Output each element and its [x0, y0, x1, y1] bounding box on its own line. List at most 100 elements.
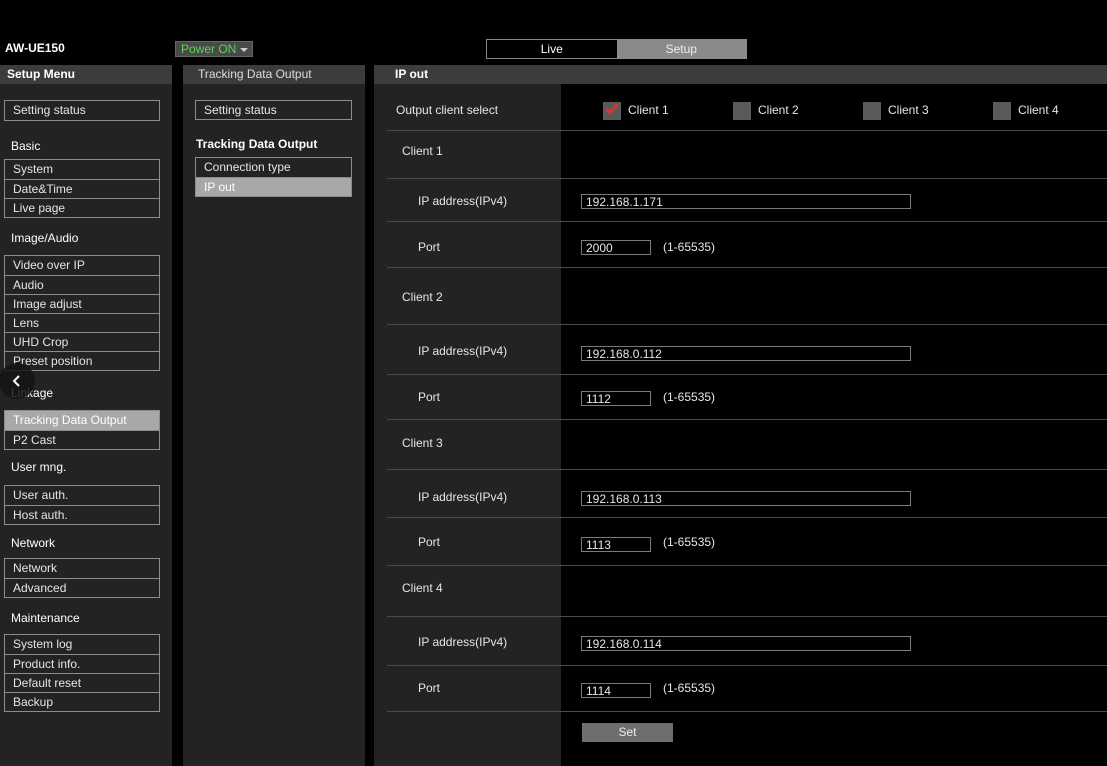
client-1-port-range: (1-65535)	[663, 240, 716, 254]
main-panel: IP out Output client select Client 1 Cli…	[374, 65, 1107, 766]
menu-group-linkage: Tracking Data Output P2 Cast	[4, 410, 160, 450]
menu-section-maintenance: Maintenance	[11, 611, 80, 625]
client-4-checkbox[interactable]	[993, 102, 1011, 120]
menu-item-audio[interactable]: Audio	[5, 275, 159, 294]
sub-menu-setting-status[interactable]: Setting status	[195, 100, 352, 120]
menu-item-system[interactable]: System	[5, 160, 159, 179]
client-1-port-input[interactable]	[581, 240, 651, 255]
client-2-port-input[interactable]	[581, 391, 651, 406]
client-2-checkbox-label: Client 2	[758, 103, 799, 117]
menu-group-basic: System Date&Time Live page	[4, 159, 160, 218]
menu-item-user-auth[interactable]: User auth.	[5, 486, 159, 505]
label-column	[374, 84, 561, 766]
sub-menu-title: Tracking Data Output	[183, 65, 365, 84]
divider	[387, 616, 1107, 617]
client-4-port-input[interactable]	[581, 683, 651, 698]
client-2-checkbox[interactable]	[733, 102, 751, 120]
menu-item-video-over-ip[interactable]: Video over IP	[5, 256, 159, 275]
menu-item-default-reset[interactable]: Default reset	[5, 673, 159, 692]
client-3-ip-input[interactable]	[581, 491, 911, 506]
menu-item-uhd-crop[interactable]: UHD Crop	[5, 332, 159, 351]
client-1-checkbox-label: Client 1	[628, 103, 669, 117]
menu-item-date-time[interactable]: Date&Time	[5, 179, 159, 198]
divider	[387, 565, 1107, 566]
client-1-port-label: Port	[418, 240, 441, 254]
divider	[387, 711, 1107, 712]
menu-item-advanced[interactable]: Advanced	[5, 578, 159, 597]
client-1-ip-input[interactable]	[581, 194, 911, 209]
power-dropdown[interactable]: Power ON	[175, 41, 253, 57]
power-label: Power ON	[181, 42, 237, 56]
client-3-port-range: (1-65535)	[663, 535, 716, 549]
menu-group-maintenance: System log Product info. Default reset B…	[4, 634, 160, 712]
client-1-checkbox[interactable]	[603, 101, 621, 120]
model-name: AW-UE150	[5, 41, 65, 55]
client-3-port-label: Port	[418, 535, 441, 549]
client-1-ip-label: IP address(IPv4)	[418, 194, 508, 208]
divider	[387, 221, 1107, 222]
client-3-port-input[interactable]	[581, 537, 651, 552]
back-button[interactable]	[0, 363, 35, 399]
chevron-down-icon	[240, 48, 248, 52]
divider	[387, 130, 1107, 131]
setup-menu-title: Setup Menu	[0, 65, 172, 84]
client-3-heading: Client 3	[402, 436, 443, 450]
divider	[387, 374, 1107, 375]
menu-item-lens[interactable]: Lens	[5, 313, 159, 332]
divider	[387, 469, 1107, 470]
client-2-ip-label: IP address(IPv4)	[418, 344, 508, 358]
divider	[387, 517, 1107, 518]
menu-section-image-audio: Image/Audio	[11, 231, 79, 245]
menu-item-setting-status[interactable]: Setting status	[5, 101, 159, 120]
menu-item-host-auth[interactable]: Host auth.	[5, 505, 159, 524]
client-4-checkbox-label: Client 4	[1018, 103, 1059, 117]
checkmark-icon	[605, 101, 619, 115]
client-3-ip-label: IP address(IPv4)	[418, 490, 508, 504]
tab-live[interactable]: Live	[487, 40, 617, 58]
menu-item-network[interactable]: Network	[5, 559, 159, 578]
sub-menu-item-connection-type[interactable]: Connection type	[196, 158, 351, 177]
client-4-ip-label: IP address(IPv4)	[418, 635, 508, 649]
menu-item-system-log[interactable]: System log	[5, 635, 159, 654]
output-client-select-label: Output client select	[396, 103, 499, 117]
menu-item-product-info[interactable]: Product info.	[5, 654, 159, 673]
divider	[387, 178, 1107, 179]
divider	[387, 665, 1107, 666]
menu-item-live-page[interactable]: Live page	[5, 198, 159, 217]
menu-section-network: Network	[11, 536, 56, 550]
client-2-port-label: Port	[418, 390, 441, 404]
menu-section-user-mng: User mng.	[11, 460, 67, 474]
client-2-heading: Client 2	[402, 290, 443, 304]
divider	[387, 419, 1107, 420]
mode-tabs: Live Setup	[486, 39, 747, 59]
client-4-port-label: Port	[418, 681, 441, 695]
chevron-left-icon	[12, 375, 20, 387]
sub-menu-group: Connection type IP out	[195, 157, 352, 197]
tab-setup[interactable]: Setup	[616, 40, 746, 58]
divider	[387, 324, 1107, 325]
menu-section-basic: Basic	[11, 139, 41, 153]
menu-group-network: Network Advanced	[4, 558, 160, 598]
client-3-checkbox-label: Client 3	[888, 103, 929, 117]
client-4-port-range: (1-65535)	[663, 681, 716, 695]
client-4-ip-input[interactable]	[581, 636, 911, 651]
sub-menu-panel: Tracking Data Output Setting status Trac…	[183, 65, 365, 766]
client-1-heading: Client 1	[402, 144, 443, 158]
menu-group-image-audio: Video over IP Audio Image adjust Lens UH…	[4, 255, 160, 371]
page-title: IP out	[374, 65, 1107, 84]
client-2-ip-input[interactable]	[581, 346, 911, 361]
divider	[387, 267, 1107, 268]
set-button[interactable]: Set	[582, 723, 673, 742]
menu-item-image-adjust[interactable]: Image adjust	[5, 294, 159, 313]
menu-group-user-mng: User auth. Host auth.	[4, 485, 160, 525]
menu-item-tracking-data-output[interactable]: Tracking Data Output	[5, 411, 159, 430]
setup-menu-panel: Setup Menu Setting status Basic System D…	[0, 65, 172, 766]
client-4-heading: Client 4	[402, 581, 443, 595]
client-2-port-range: (1-65535)	[663, 390, 716, 404]
setting-status-box: Setting status	[4, 100, 160, 121]
menu-item-backup[interactable]: Backup	[5, 692, 159, 711]
menu-item-p2-cast[interactable]: P2 Cast	[5, 430, 159, 449]
client-3-checkbox[interactable]	[863, 102, 881, 120]
sub-menu-item-ip-out[interactable]: IP out	[196, 177, 351, 196]
sub-menu-group-title: Tracking Data Output	[196, 137, 318, 151]
